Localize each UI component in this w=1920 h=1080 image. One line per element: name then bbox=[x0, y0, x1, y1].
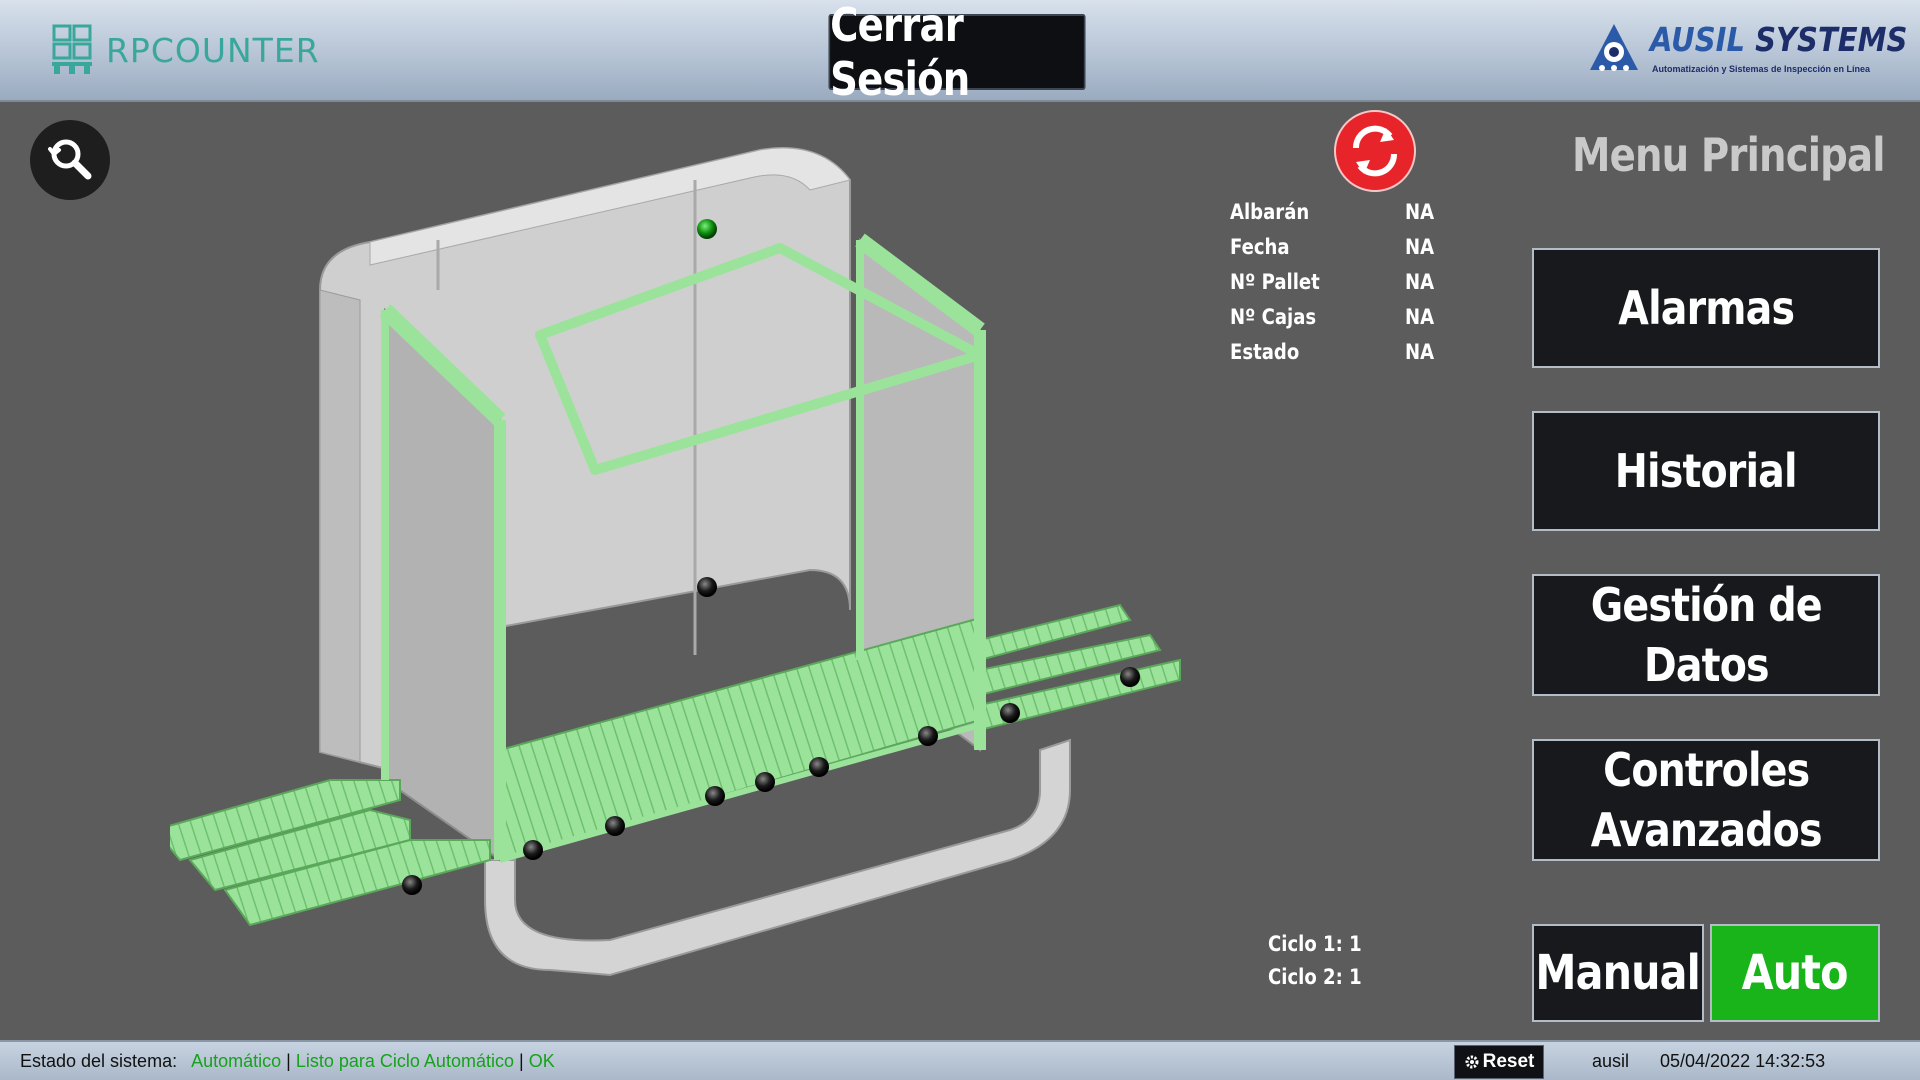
field-value-estado: NA bbox=[1405, 340, 1435, 364]
status-line: Estado del sistema: Automático | Listo p… bbox=[20, 1051, 555, 1072]
status-separator: | bbox=[518, 1051, 524, 1071]
field-value-cajas: NA bbox=[1405, 305, 1435, 329]
status-prefix: Estado del sistema: bbox=[20, 1051, 178, 1071]
status-bar: Estado del sistema: Automático | Listo p… bbox=[0, 1040, 1920, 1080]
app-logo-text: RPCOUNTER bbox=[106, 30, 320, 70]
advanced-controls-button[interactable]: Controles Avanzados bbox=[1532, 739, 1880, 861]
menu-title: Menu Principal bbox=[1572, 128, 1885, 182]
current-user: ausil bbox=[1592, 1051, 1630, 1071]
machine-3d-view bbox=[170, 147, 1181, 977]
field-label-pallet: Nº Pallet bbox=[1230, 270, 1320, 294]
status-message: Listo para Ciclo Automático bbox=[295, 1051, 514, 1071]
field-label-estado: Estado bbox=[1230, 340, 1300, 364]
auto-mode-label: Auto bbox=[1742, 945, 1849, 1001]
gear-icon bbox=[1465, 1055, 1479, 1069]
data-management-button-label: Gestión de Datos bbox=[1590, 578, 1823, 692]
field-label-fecha: Fecha bbox=[1230, 235, 1290, 259]
cycle-1-counter: Ciclo 1: 1 bbox=[1268, 932, 1362, 956]
field-label-cajas: Nº Cajas bbox=[1230, 305, 1317, 329]
rpcounter-logo: RPCOUNTER bbox=[52, 22, 320, 78]
advanced-controls-button-label: Controles Avanzados bbox=[1590, 743, 1823, 857]
status-reset-button[interactable]: Reset bbox=[1454, 1045, 1544, 1079]
company-tagline: Automatización y Sistemas de Inspección … bbox=[1652, 64, 1871, 74]
datetime: 05/04/2022 14:32:53 bbox=[1660, 1051, 1826, 1071]
status-reset-label: Reset bbox=[1482, 1051, 1535, 1072]
search-refresh-icon bbox=[48, 139, 92, 180]
ausil-logo: AUSIL SYSTEMS Automatización y Sistemas … bbox=[1588, 20, 1908, 80]
header-bar: RPCOUNTER Cerrar Sesión AUSIL SYSTEMS Au… bbox=[0, 0, 1920, 106]
alarms-button-label: Alarmas bbox=[1618, 281, 1795, 335]
manual-mode-label: Manual bbox=[1535, 945, 1701, 1001]
status-mode: Automático bbox=[191, 1051, 282, 1071]
status-result: OK bbox=[528, 1051, 555, 1071]
field-label-albaran: Albarán bbox=[1230, 200, 1310, 224]
manual-mode-button[interactable]: Manual bbox=[1532, 924, 1704, 1022]
cycle-2-counter: Ciclo 2: 1 bbox=[1268, 965, 1362, 989]
field-value-albaran: NA bbox=[1405, 200, 1435, 224]
auto-mode-button[interactable]: Auto bbox=[1710, 924, 1880, 1022]
alarms-button[interactable]: Alarmas bbox=[1532, 248, 1880, 368]
pallet-logo-icon bbox=[52, 24, 92, 74]
logout-button[interactable]: Cerrar Sesión bbox=[828, 0, 1086, 106]
status-separator: | bbox=[286, 1051, 291, 1071]
company-name: AUSIL SYSTEMS bbox=[1650, 20, 1908, 59]
cycle-reset-button[interactable] bbox=[1334, 110, 1416, 192]
search-button[interactable] bbox=[30, 120, 110, 200]
eye-triangle-logo-icon bbox=[1590, 24, 1638, 71]
data-management-button[interactable]: Gestión de Datos bbox=[1532, 574, 1880, 696]
field-value-fecha: NA bbox=[1405, 235, 1435, 259]
rotate-arrows-icon bbox=[1352, 125, 1398, 177]
history-button-label: Historial bbox=[1615, 444, 1798, 498]
history-button[interactable]: Historial bbox=[1532, 411, 1880, 531]
field-value-pallet: NA bbox=[1405, 270, 1435, 294]
